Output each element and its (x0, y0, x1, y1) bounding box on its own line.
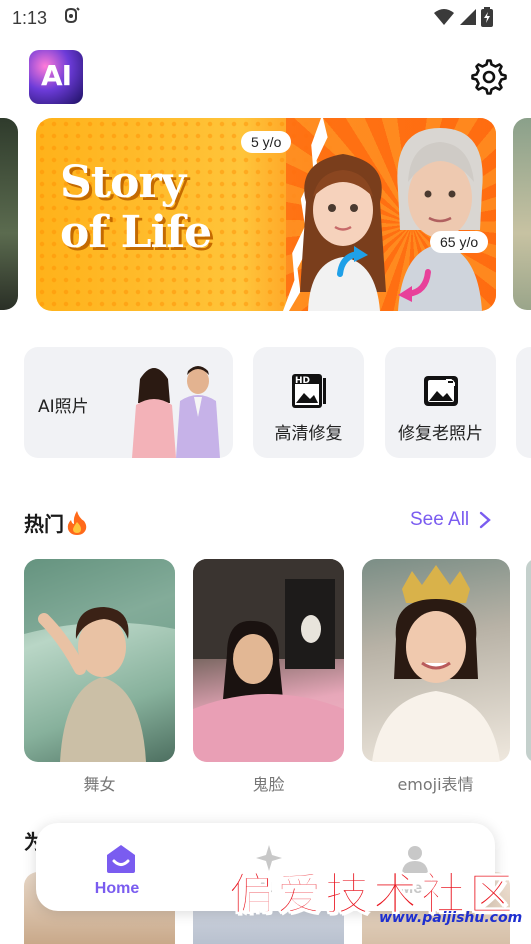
battery-icon (481, 7, 493, 27)
see-all-link[interactable]: See All (410, 509, 491, 531)
hot-card-dancer[interactable] (24, 559, 175, 762)
nav-ai[interactable]: AI (190, 823, 340, 911)
hot-card-emoji[interactable] (362, 559, 510, 762)
see-all-label: See All (410, 509, 470, 530)
hot-title-text: 热门 (24, 512, 64, 536)
notification-icon (65, 7, 80, 24)
restore-old-photo-tile[interactable]: 修复老照片 (385, 347, 496, 458)
ai-photo-label: AI照片 (38, 397, 89, 417)
couple-photo (132, 366, 220, 458)
young-girl-photo (300, 154, 386, 311)
svg-text:HD: HD (295, 376, 310, 386)
status-time: 1:13 (12, 8, 48, 28)
age-young-badge: 5 y/o (241, 131, 292, 153)
ghost-face-caption: 鬼脸 (252, 775, 285, 794)
chevron-right-icon (479, 511, 491, 529)
emoji-caption: emoji表情 (397, 775, 474, 794)
settings-gear-icon[interactable] (470, 58, 508, 96)
ai-photo-tile[interactable]: AI照片 (24, 347, 233, 458)
dancer-caption: 舞女 (83, 775, 116, 794)
nav-me-label: Me (399, 880, 423, 897)
banner-prev-slide[interactable] (0, 118, 18, 310)
bottom-nav: Home AI Me (36, 823, 495, 911)
fire-icon (67, 510, 87, 535)
ghost-face-photo (193, 559, 344, 762)
more-tile[interactable] (516, 347, 531, 458)
sparkle-icon (256, 845, 282, 871)
pink-arrow-icon (398, 269, 431, 302)
hot-section-title: 热门 (24, 508, 88, 537)
banner-next-slide[interactable] (513, 118, 531, 310)
banner-title: Story of Life (60, 157, 212, 258)
blue-arrow-icon (337, 246, 368, 277)
hd-restore-tile[interactable]: HD 高清修复 (253, 347, 364, 458)
wifi-icon (434, 9, 454, 25)
status-icons (433, 7, 493, 27)
restore-old-photo-label: 修复老照片 (398, 424, 483, 444)
story-of-life-banner[interactable]: Story of Life 5 y/o 65 y/o (36, 118, 496, 311)
profile-icon (402, 846, 428, 873)
app-logo-text: AI (40, 59, 72, 92)
signal-icon (460, 9, 476, 25)
banner-title-line2: of Life (60, 207, 212, 258)
hd-photo-icon: HD (292, 374, 326, 408)
hot-card-more[interactable] (526, 559, 531, 762)
age-old-badge: 65 y/o (430, 231, 489, 253)
nav-home[interactable]: Home (42, 823, 192, 911)
nav-me[interactable]: Me (336, 823, 486, 911)
banner-title-line1: Story (60, 157, 186, 208)
nav-ai-label: AI (257, 880, 273, 897)
home-icon (107, 845, 135, 873)
emoji-photo (372, 565, 500, 762)
status-bar: 1:13 (0, 0, 531, 36)
hot-card-ghost-face[interactable] (193, 559, 344, 762)
dancer-photo (24, 559, 175, 762)
hd-restore-label: 高清修复 (274, 424, 343, 444)
app-logo: AI (29, 50, 83, 104)
nav-home-label: Home (94, 880, 140, 897)
image-restore-icon (424, 376, 458, 406)
